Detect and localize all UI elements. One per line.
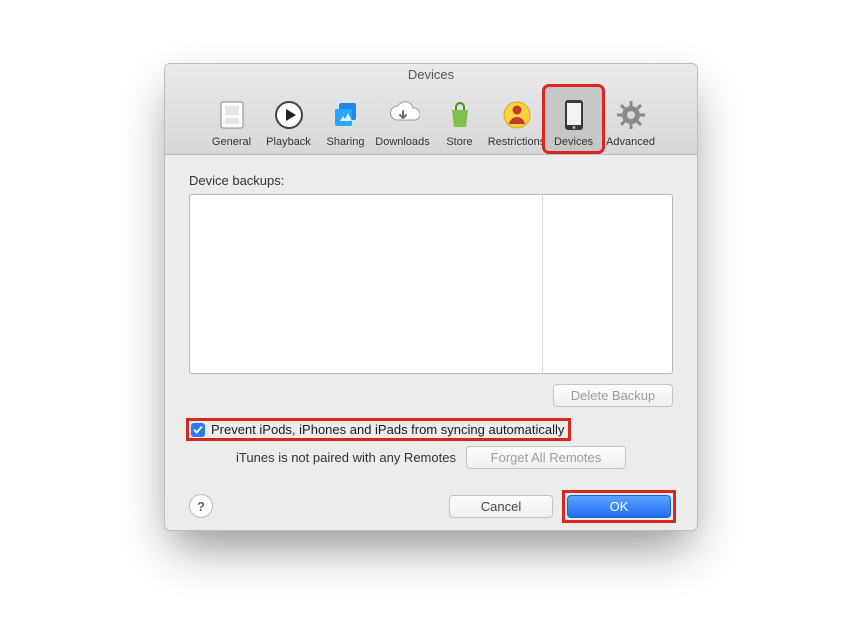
phone-icon <box>557 98 591 132</box>
play-icon <box>272 98 306 132</box>
prevent-sync-label: Prevent iPods, iPhones and iPads from sy… <box>211 422 564 437</box>
tab-downloads[interactable]: Downloads <box>374 87 431 151</box>
tab-general[interactable]: General <box>203 87 260 151</box>
general-icon <box>215 98 249 132</box>
bag-icon <box>443 98 477 132</box>
prevent-sync-row[interactable]: Prevent iPods, iPhones and iPads from sy… <box>189 421 568 438</box>
sharing-icon <box>329 98 363 132</box>
tab-sharing[interactable]: Sharing <box>317 87 374 151</box>
device-backups-label: Device backups: <box>189 173 673 188</box>
tab-restrictions[interactable]: Restrictions <box>488 87 545 151</box>
restrictions-icon <box>500 98 534 132</box>
tab-playback[interactable]: Playback <box>260 87 317 151</box>
toolbar: Devices General Playback Sharing <box>165 64 697 155</box>
cloud-download-icon <box>386 98 420 132</box>
tab-store[interactable]: Store <box>431 87 488 151</box>
backups-name-column <box>190 195 543 373</box>
forget-remotes-button[interactable]: Forget All Remotes <box>466 446 626 469</box>
remotes-status-text: iTunes is not paired with any Remotes <box>236 450 456 465</box>
tab-label: Store <box>446 136 472 148</box>
footer: ? Cancel OK <box>165 482 697 530</box>
cancel-button[interactable]: Cancel <box>449 495 553 518</box>
prevent-sync-checkbox[interactable] <box>191 423 205 437</box>
help-button[interactable]: ? <box>189 494 213 518</box>
preferences-window: Devices General Playback Sharing <box>164 63 698 531</box>
tab-devices[interactable]: Devices <box>545 87 602 151</box>
tab-label: Restrictions <box>488 136 545 148</box>
tab-label: General <box>212 136 251 148</box>
remotes-row: iTunes is not paired with any Remotes Fo… <box>189 446 673 469</box>
pane-body: Device backups: Delete Backup Prevent iP… <box>165 155 697 469</box>
tab-label: Devices <box>554 136 593 148</box>
window-title: Devices <box>165 64 697 85</box>
tab-strip: General Playback Sharing Downloads <box>165 87 697 151</box>
tab-label: Downloads <box>375 136 429 148</box>
tab-label: Playback <box>266 136 311 148</box>
delete-backup-button[interactable]: Delete Backup <box>553 384 673 407</box>
tab-label: Sharing <box>327 136 365 148</box>
device-backups-list[interactable] <box>189 194 673 374</box>
backups-date-column <box>543 195 672 373</box>
tab-label: Advanced <box>606 136 655 148</box>
tab-advanced[interactable]: Advanced <box>602 87 659 151</box>
help-icon: ? <box>197 499 205 514</box>
ok-button[interactable]: OK <box>567 495 671 518</box>
gear-icon <box>614 98 648 132</box>
ok-highlight: OK <box>565 493 673 520</box>
